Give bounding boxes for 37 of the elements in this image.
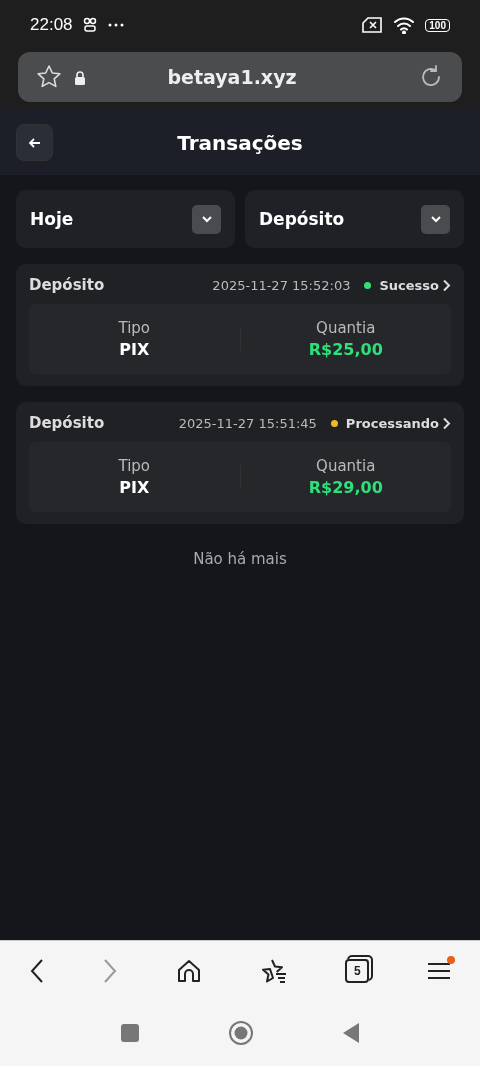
chevron-right-icon bbox=[442, 278, 451, 292]
end-of-list-text: Não há mais bbox=[193, 550, 287, 568]
back-arrow-icon bbox=[28, 137, 41, 148]
url-text: betaya1.xyz bbox=[166, 66, 298, 88]
type-label: Tipo bbox=[118, 457, 151, 475]
transaction-datetime: 2025-11-27 15:52:03 bbox=[212, 277, 351, 293]
amount-value: R$25,00 bbox=[308, 340, 383, 359]
recents-button[interactable] bbox=[120, 1023, 140, 1043]
wifi-icon bbox=[393, 16, 416, 34]
chevron-down-icon bbox=[192, 204, 221, 234]
amount-value: R$29,00 bbox=[308, 478, 383, 497]
type-value: PIX bbox=[119, 340, 150, 359]
filter-dropdown[interactable]: Hoje bbox=[16, 190, 235, 248]
amount-label: Quantia bbox=[316, 319, 376, 337]
filter-dropdown[interactable]: Depósito bbox=[245, 190, 464, 248]
battery-indicator: 100 bbox=[425, 18, 450, 32]
chevron-down-icon bbox=[421, 204, 450, 234]
back-button[interactable] bbox=[16, 124, 53, 161]
lock-icon bbox=[74, 69, 86, 85]
star-icon[interactable] bbox=[36, 64, 62, 90]
transaction-title: Depósito bbox=[29, 276, 106, 294]
address-bar[interactable]: betaya1.xyz bbox=[18, 52, 462, 102]
page-title: Transações bbox=[177, 130, 303, 155]
status-link[interactable]: Processando bbox=[345, 415, 451, 431]
type-label: Tipo bbox=[118, 319, 151, 337]
type-value: PIX bbox=[119, 478, 150, 497]
home-system-button[interactable] bbox=[228, 1020, 254, 1046]
app-icon bbox=[82, 17, 97, 33]
transaction-title: Depósito bbox=[29, 414, 106, 432]
transaction-datetime: 2025-11-27 15:51:45 bbox=[178, 415, 317, 431]
chevron-right-icon bbox=[442, 416, 451, 430]
amount-label: Quantia bbox=[316, 457, 376, 475]
status-time: 22:08 bbox=[30, 15, 73, 35]
sim-off-icon bbox=[362, 17, 384, 33]
more-icon bbox=[106, 22, 125, 28]
status-link[interactable]: Sucesso bbox=[379, 277, 451, 293]
back-system-button[interactable] bbox=[342, 1022, 360, 1044]
